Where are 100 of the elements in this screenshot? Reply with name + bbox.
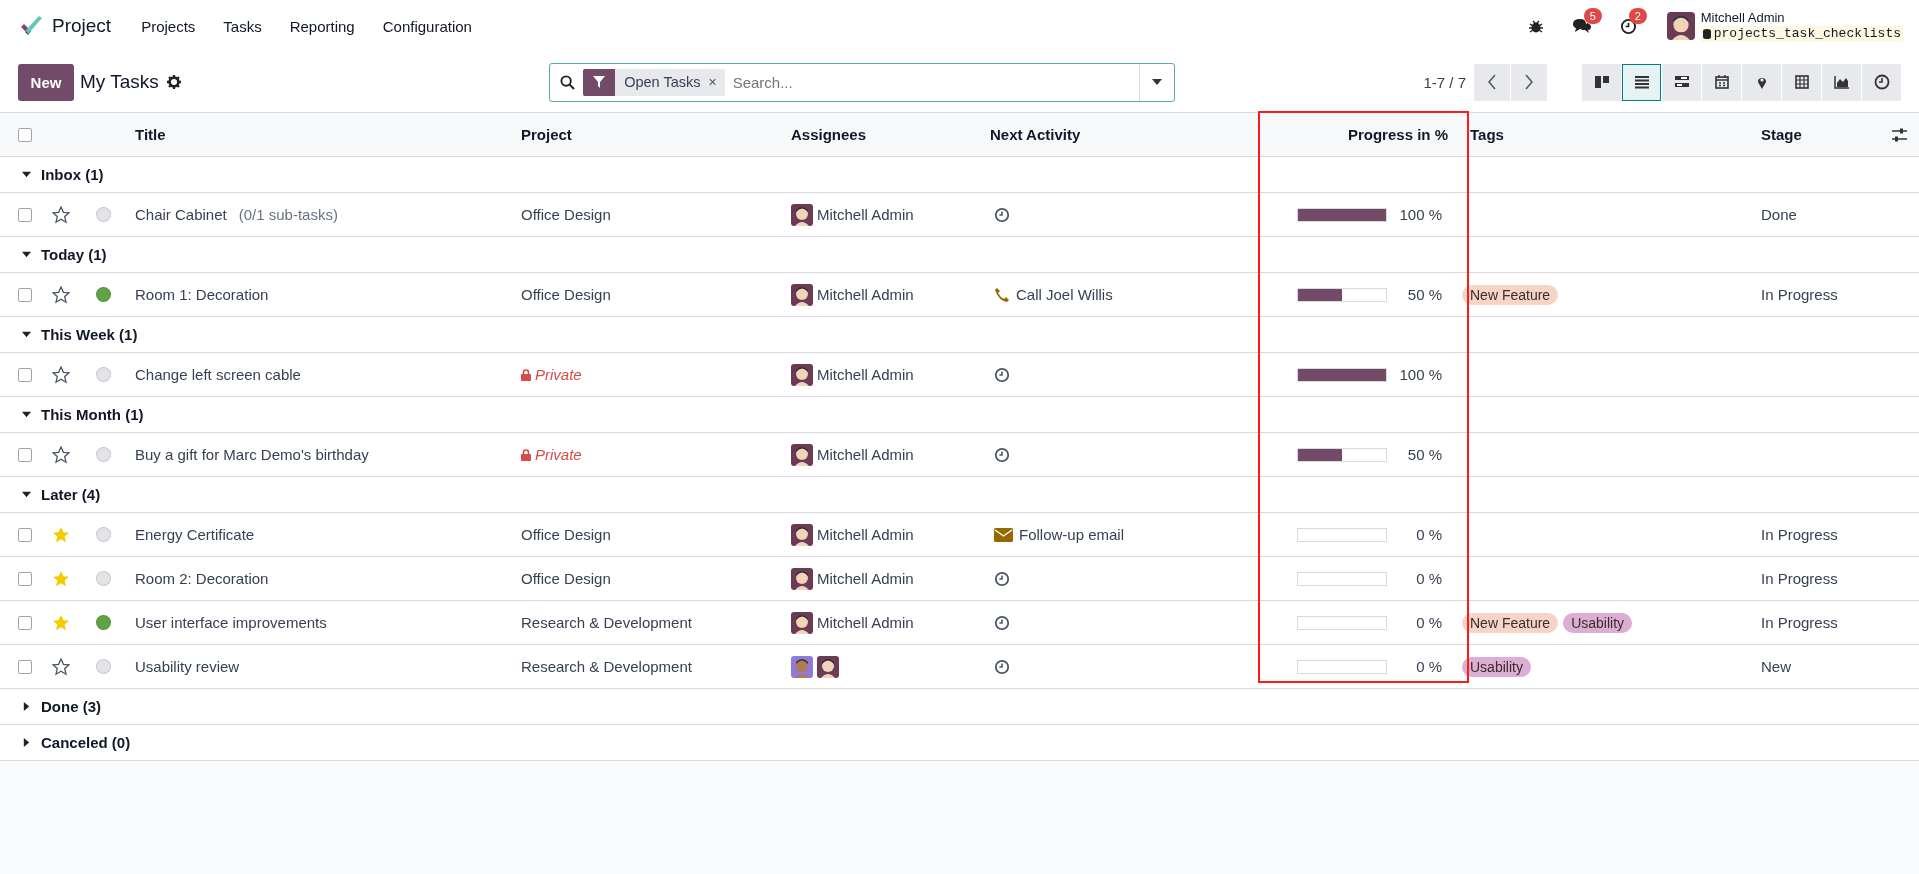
- group-row[interactable]: Canceled (0): [0, 725, 1919, 761]
- group-row[interactable]: Done (3): [0, 689, 1919, 725]
- list-icon: [1632, 73, 1651, 91]
- progress-value: 50 %: [1406, 286, 1443, 303]
- status-dot[interactable]: [96, 527, 111, 542]
- group-row[interactable]: This Month (1): [0, 397, 1919, 433]
- star-icon[interactable]: [52, 445, 70, 464]
- status-dot[interactable]: [96, 367, 111, 382]
- progress-value: 0 %: [1415, 526, 1443, 543]
- remove-facet[interactable]: ×: [708, 74, 725, 90]
- status-dot[interactable]: [96, 287, 111, 302]
- star-icon[interactable]: [52, 285, 70, 304]
- checkbox[interactable]: [18, 527, 32, 542]
- column-header[interactable]: Assignees: [783, 126, 982, 143]
- clock-icon[interactable]: [994, 366, 1010, 383]
- kanban-icon: [1592, 73, 1611, 91]
- group-label: Inbox (1): [41, 166, 104, 183]
- calendar-icon: [1712, 73, 1731, 91]
- checkbox[interactable]: [18, 571, 32, 586]
- status-dot[interactable]: [96, 615, 111, 630]
- star-icon[interactable]: [52, 569, 70, 588]
- pager-value[interactable]: 1-7 / 7: [1423, 73, 1466, 91]
- graph-view-button[interactable]: [1822, 63, 1861, 101]
- pivot-view-button[interactable]: [1782, 63, 1821, 101]
- project-name: Office Design: [521, 206, 611, 223]
- status-dot[interactable]: [96, 571, 111, 586]
- task-title: Energy Certificate: [135, 526, 255, 543]
- new-button[interactable]: New: [18, 63, 74, 101]
- checkbox[interactable]: [18, 367, 32, 382]
- search-field[interactable]: Open Tasks × Search...: [549, 62, 1176, 102]
- stage-value: In Progress: [1760, 526, 1839, 543]
- project-name: Research & Development: [521, 614, 692, 631]
- column-header[interactable]: Progress in %: [1260, 126, 1462, 143]
- star-icon[interactable]: [52, 205, 70, 224]
- star-icon[interactable]: [52, 657, 70, 676]
- phone-icon[interactable]: [994, 286, 1010, 303]
- assignee-name: Mitchell Admin: [817, 526, 914, 543]
- gear-icon[interactable]: [166, 75, 181, 89]
- app-name[interactable]: Project: [52, 15, 112, 37]
- assignee-name: Mitchell Admin: [817, 366, 914, 383]
- checkbox[interactable]: [18, 207, 32, 222]
- column-header[interactable]: Project: [513, 126, 783, 143]
- menu-item[interactable]: Tasks: [213, 11, 272, 41]
- star-icon[interactable]: [52, 365, 70, 384]
- clock-icon[interactable]: [994, 658, 1010, 675]
- tag: Usability: [1563, 612, 1633, 633]
- menu-item[interactable]: Reporting: [279, 11, 365, 41]
- status-dot[interactable]: [96, 659, 111, 674]
- kanban-view-button[interactable]: [1582, 63, 1621, 101]
- checkbox[interactable]: [18, 615, 32, 630]
- assignee-name: Mitchell Admin: [817, 206, 914, 223]
- star-icon[interactable]: [52, 525, 70, 544]
- menu-item[interactable]: Configuration: [372, 11, 482, 41]
- clock-icon[interactable]: [1619, 17, 1637, 35]
- group-label: Today (1): [41, 246, 107, 263]
- column-header[interactable]: Tags: [1462, 126, 1753, 143]
- group-row[interactable]: This Week (1): [0, 317, 1919, 353]
- calendar-view-button[interactable]: [1702, 63, 1741, 101]
- avatar-icon: [791, 567, 813, 590]
- task-title: Usability review: [135, 658, 240, 675]
- group-row[interactable]: Later (4): [0, 477, 1919, 513]
- avatar-icon: [791, 363, 813, 386]
- clock-icon[interactable]: [994, 206, 1010, 223]
- checkbox[interactable]: [18, 659, 32, 674]
- group-label: Canceled (0): [41, 734, 131, 751]
- checkbox[interactable]: [18, 447, 32, 462]
- menu-item[interactable]: Projects: [131, 11, 206, 41]
- list-view-button[interactable]: [1622, 63, 1661, 101]
- stage-value: New: [1760, 658, 1792, 675]
- checkbox[interactable]: [18, 127, 32, 142]
- avatar-icon: [791, 655, 813, 678]
- gantt-view-button[interactable]: [1662, 63, 1701, 101]
- bug-icon[interactable]: [1527, 18, 1544, 34]
- group-row[interactable]: Today (1): [0, 237, 1919, 273]
- notification-badge: 5: [1583, 8, 1602, 24]
- chevron-left-icon: [1487, 74, 1497, 90]
- checkbox[interactable]: [18, 287, 32, 302]
- column-header[interactable]: Next Activity: [982, 126, 1260, 143]
- clock-icon[interactable]: [994, 446, 1010, 463]
- task-title: Change left screen cable: [135, 366, 301, 383]
- star-icon[interactable]: [52, 613, 70, 632]
- map-view-button[interactable]: [1742, 63, 1781, 101]
- avatar-icon[interactable]: [1666, 12, 1695, 40]
- column-header[interactable]: Title: [127, 126, 513, 143]
- chevron-right-icon: [1524, 74, 1534, 90]
- status-dot[interactable]: [96, 207, 111, 222]
- clock-icon[interactable]: [994, 570, 1010, 587]
- envelope-icon[interactable]: [994, 527, 1013, 542]
- project-name: Office Design: [521, 570, 611, 587]
- activity-view-button[interactable]: [1862, 63, 1901, 101]
- sliders-icon[interactable]: [1892, 127, 1907, 142]
- logo-icon[interactable]: [20, 15, 44, 37]
- group-label: Done (3): [41, 698, 101, 715]
- clock-icon[interactable]: [994, 614, 1010, 631]
- user-name[interactable]: Mitchell Admin: [1700, 10, 1903, 26]
- caret-icon[interactable]: [1152, 79, 1163, 85]
- column-header[interactable]: Stage: [1753, 126, 1890, 143]
- chat-icon[interactable]: [1571, 18, 1592, 34]
- group-row[interactable]: Inbox (1): [0, 157, 1919, 193]
- status-dot[interactable]: [96, 447, 111, 462]
